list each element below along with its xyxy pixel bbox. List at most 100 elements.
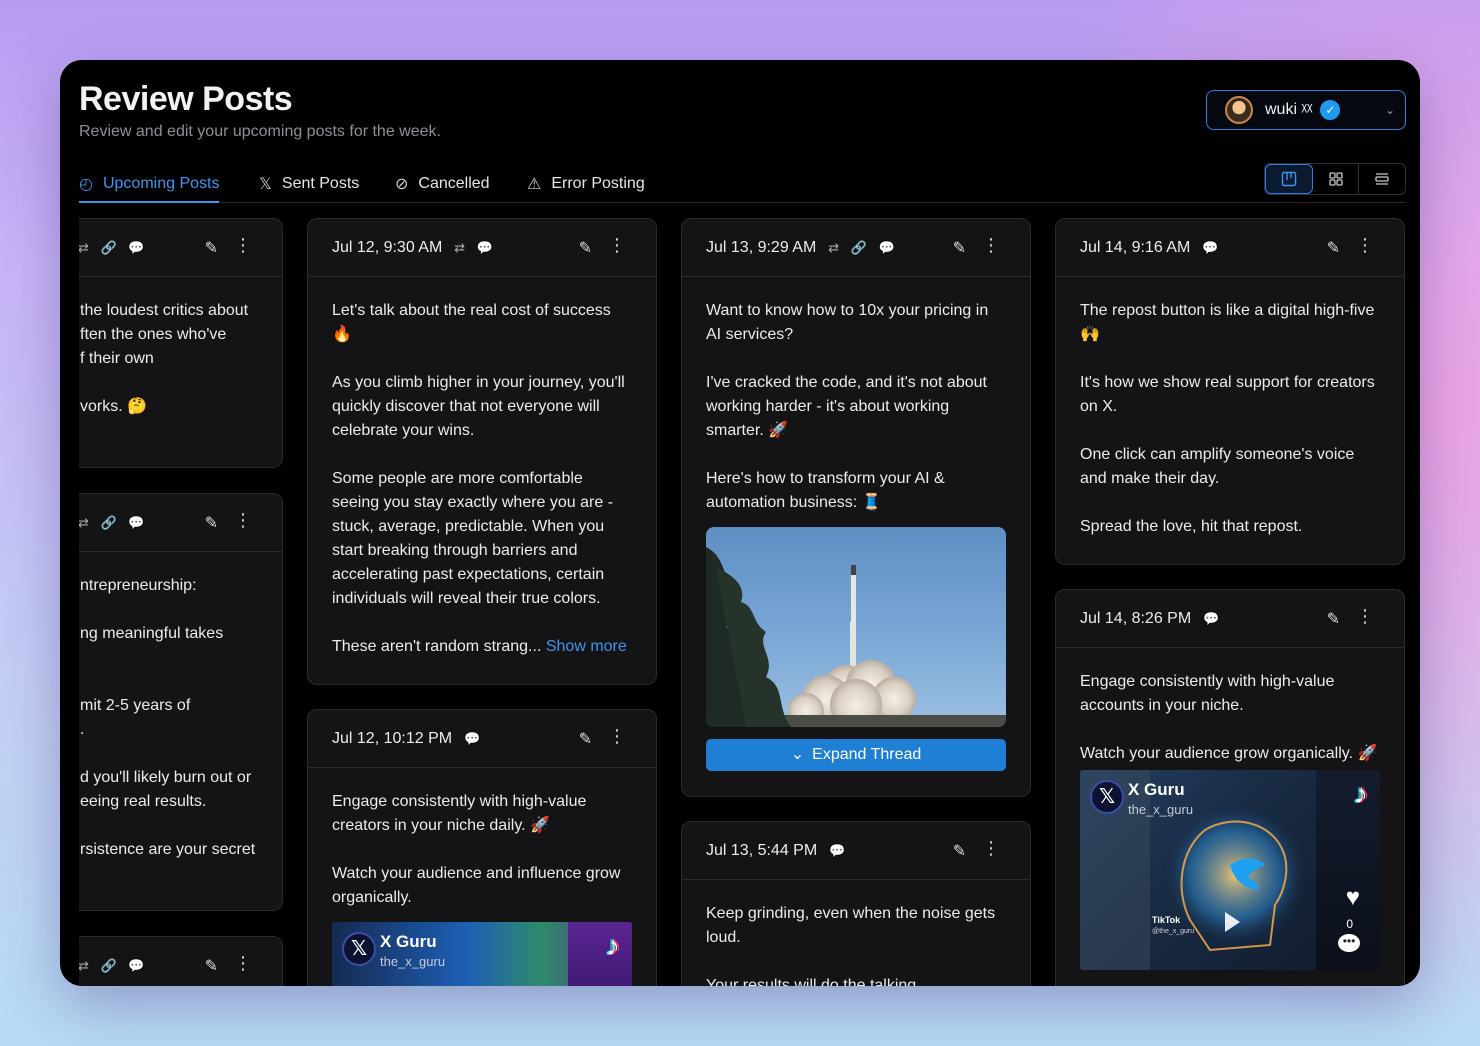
post-text: Keep grinding, even when the noise gets … [706,905,996,986]
tab-error-posting[interactable]: ⚠ Error Posting [527,166,645,202]
tab-cancelled[interactable]: ⊘ Cancelled [395,166,490,202]
tiktok-video-thumbnail[interactable]: 𝕏 X Guru the_x_guru TikTok @the_x_guru ♪… [1080,770,1380,970]
grid-icon [1328,172,1343,186]
x-guru-logo: 𝕏 [342,932,376,966]
rocket-launch-illustration [706,547,1006,727]
edit-icon[interactable]: ✎ [579,238,592,258]
tab-upcoming-posts[interactable]: ◴ Upcoming Posts [79,166,220,203]
more-options-icon[interactable]: ⋮ [982,838,1000,859]
heart-icon[interactable]: ♥ [1346,886,1360,910]
post-type-icons: 💬 [1203,610,1224,626]
post-card[interactable]: Jul 13, 5:44 PM 💬 ✎ ⋮ Keep grinding, eve… [681,821,1031,986]
media-account-handle: the_x_guru [1128,802,1194,817]
more-options-icon[interactable]: ⋮ [234,953,252,974]
post-type-icons: 💬 [829,842,850,858]
card-header: ⇄ 🔗 💬 ✎ ⋮ [79,219,282,277]
edit-icon[interactable]: ✎ [579,729,592,749]
post-text: The repost button is like a digital high… [1080,302,1375,535]
tiktok-watermark-handle: @the_x_guru [1152,928,1195,935]
posts-board: ⇄ 🔗 💬 ✎ ⋮ the loudest critics about ften… [79,218,1420,986]
more-options-icon[interactable]: ⋮ [234,510,252,531]
edit-icon[interactable]: ✎ [1327,238,1340,258]
post-card[interactable]: Jul 12, 9:30 AM ⇄ 💬 ✎ ⋮ Let's talk about… [307,218,657,685]
like-count: 0 [1346,917,1353,931]
tab-label: Sent Posts [281,175,360,192]
kanban-view-button[interactable] [1265,164,1313,194]
post-card[interactable]: Jul 12, 10:12 PM 💬 ✎ ⋮ Engage consistent… [307,709,657,986]
card-header: ⇄ 🔗 💬 ✎ ⋮ [79,494,282,552]
post-type-icons: 💬 [1202,239,1223,255]
tiktok-icon: ♪ [1354,778,1368,809]
post-card[interactable]: ⇄ 🔗 💬 ✎ ⋮ [79,936,283,986]
warning-icon: ⚠ [527,176,542,193]
more-options-icon[interactable]: ⋮ [608,726,626,747]
card-header: Jul 12, 9:30 AM ⇄ 💬 ✎ ⋮ [308,219,656,277]
post-text: Let's talk about the real cost of succes… [332,302,627,655]
post-date: Jul 12, 10:12 PM [332,729,453,747]
more-options-icon[interactable]: ⋮ [982,235,1000,256]
card-header: Jul 14, 8:26 PM 💬 ✎ ⋮ [1056,590,1404,648]
tab-label: Error Posting [551,175,645,192]
x-logo-icon: 𝕏 [259,176,272,193]
clock-icon: ◴ [79,176,93,193]
account-name: wuki ᵡᵡ [1265,101,1313,118]
more-options-icon[interactable]: ⋮ [1356,235,1374,256]
edit-icon[interactable]: ✎ [205,238,218,258]
comment-icon[interactable]: ••• [1338,934,1360,952]
card-header: Jul 13, 5:44 PM 💬 ✎ ⋮ [682,822,1030,880]
grid-view-button[interactable] [1313,164,1360,194]
page-header: Review Posts Review and edit your upcomi… [79,80,441,141]
list-icon [1375,173,1389,185]
expand-thread-button[interactable]: ⌄ Expand Thread [706,739,1006,771]
avatar [1225,96,1253,124]
account-switcher[interactable]: wuki ᵡᵡ ✓ ⌄ [1206,90,1406,130]
card-header: Jul 13, 9:29 AM ⇄ 🔗 💬 ✎ ⋮ [682,219,1030,277]
view-mode-toggle [1264,163,1406,195]
post-date: Jul 14, 8:26 PM [1080,609,1192,627]
post-card[interactable]: ⇄ 🔗 💬 ✎ ⋮ ntrepreneurship: ng meaningful… [79,493,283,911]
post-date: Jul 12, 9:30 AM [332,238,443,256]
edit-icon[interactable]: ✎ [205,513,218,533]
post-card[interactable]: ⇄ 🔗 💬 ✎ ⋮ the loudest critics about ften… [79,218,283,468]
post-card[interactable]: Jul 14, 8:26 PM 💬 ✎ ⋮ Engage consistentl… [1055,589,1405,986]
post-type-icons: ⇄ 🔗 💬 [828,239,899,255]
post-card[interactable]: Jul 14, 9:16 AM 💬 ✎ ⋮ The repost button … [1055,218,1405,565]
tiktok-video-thumbnail[interactable]: 𝕏 X Guru the_x_guru ♪ [332,922,632,986]
post-text: Want to know how to 10x your pricing in … [682,277,1030,771]
list-view-button[interactable] [1359,164,1405,194]
post-text: ntrepreneurship: ng meaningful takes mit… [80,577,256,858]
post-date: Jul 13, 9:29 AM [706,238,817,256]
app-window: Review Posts Review and edit your upcomi… [60,60,1420,986]
post-card[interactable]: Jul 13, 9:29 AM ⇄ 🔗 💬 ✎ ⋮ Want to know h… [681,218,1031,797]
post-type-icons: ⇄ 💬 [454,239,497,255]
post-text: Engage consistently with high-value crea… [308,768,656,986]
post-date: Jul 14, 9:16 AM [1080,238,1191,256]
post-type-icons: ⇄ 🔗 💬 [79,514,149,530]
card-header: ⇄ 🔗 💬 ✎ ⋮ [79,937,282,986]
page-title: Review Posts [79,80,293,118]
page-subtitle: Review and edit your upcoming posts for … [79,123,441,140]
post-type-icons: ⇄ 🔗 💬 [79,957,149,973]
more-options-icon[interactable]: ⋮ [608,235,626,256]
tab-sent-posts[interactable]: 𝕏 Sent Posts [259,166,359,202]
post-text: Engage consistently with high-value acco… [1056,648,1404,970]
post-type-icons: 💬 [464,730,485,746]
chevron-down-icon: ⌄ [1384,103,1395,117]
more-options-icon[interactable]: ⋮ [1356,606,1374,627]
more-options-icon[interactable]: ⋮ [234,235,252,256]
edit-icon[interactable]: ✎ [953,841,966,861]
edit-icon[interactable]: ✎ [205,956,218,976]
cancel-icon: ⊘ [395,176,409,193]
tab-label: Upcoming Posts [102,175,220,192]
post-text: the loudest critics about ften the ones … [80,302,249,415]
x-guru-logo: 𝕏 [1090,780,1124,814]
card-header: Jul 12, 10:12 PM 💬 ✎ ⋮ [308,710,656,768]
chevron-down-icon: ⌄ [790,746,805,763]
edit-icon[interactable]: ✎ [953,238,966,258]
rocket-launch-image[interactable] [706,527,1006,727]
verified-check-icon: ✓ [1320,100,1341,120]
tab-bar: ◴ Upcoming Posts 𝕏 Sent Posts ⊘ Cancelle… [79,166,1406,203]
show-more-link[interactable]: Show more [546,638,627,655]
tiktok-icon: ♪ [606,930,620,961]
edit-icon[interactable]: ✎ [1327,609,1340,629]
